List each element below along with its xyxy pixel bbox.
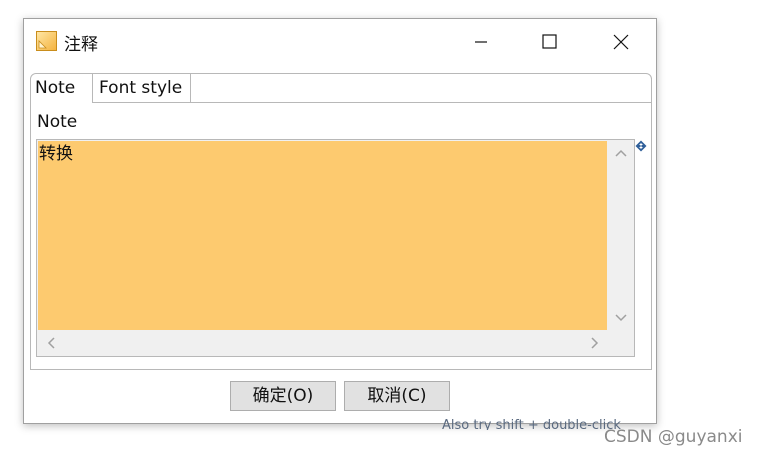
horizontal-scrollbar[interactable] <box>38 332 608 354</box>
tab-note[interactable]: Note <box>31 74 93 103</box>
tab-bar: Note Font style <box>31 74 651 103</box>
note-app-icon <box>36 31 57 51</box>
note-dialog: 注释 Note Font style Note 转换 确定(O) 取消(C) <box>23 18 657 424</box>
window-title: 注释 <box>64 35 98 55</box>
note-text-area[interactable]: 转换 <box>38 141 607 330</box>
note-text-box: 转换 <box>36 139 635 357</box>
note-label: Note <box>37 112 78 132</box>
ok-button[interactable]: 确定(O) <box>230 381 336 411</box>
cancel-button[interactable]: 取消(C) <box>344 381 450 411</box>
link-marker-icon <box>635 140 647 152</box>
maximize-icon[interactable] <box>526 19 572 63</box>
vertical-scrollbar[interactable] <box>609 141 633 330</box>
watermark: CSDN @guyanxi <box>604 427 743 447</box>
minimize-icon[interactable] <box>458 19 504 63</box>
close-icon[interactable] <box>598 19 644 63</box>
tab-font-style[interactable]: Font style <box>93 74 191 102</box>
hint-text: Also try shift + double-click <box>442 418 621 430</box>
title-bar[interactable]: 注释 <box>24 19 656 63</box>
tab-panel: Note Font style Note 转换 <box>30 73 652 370</box>
